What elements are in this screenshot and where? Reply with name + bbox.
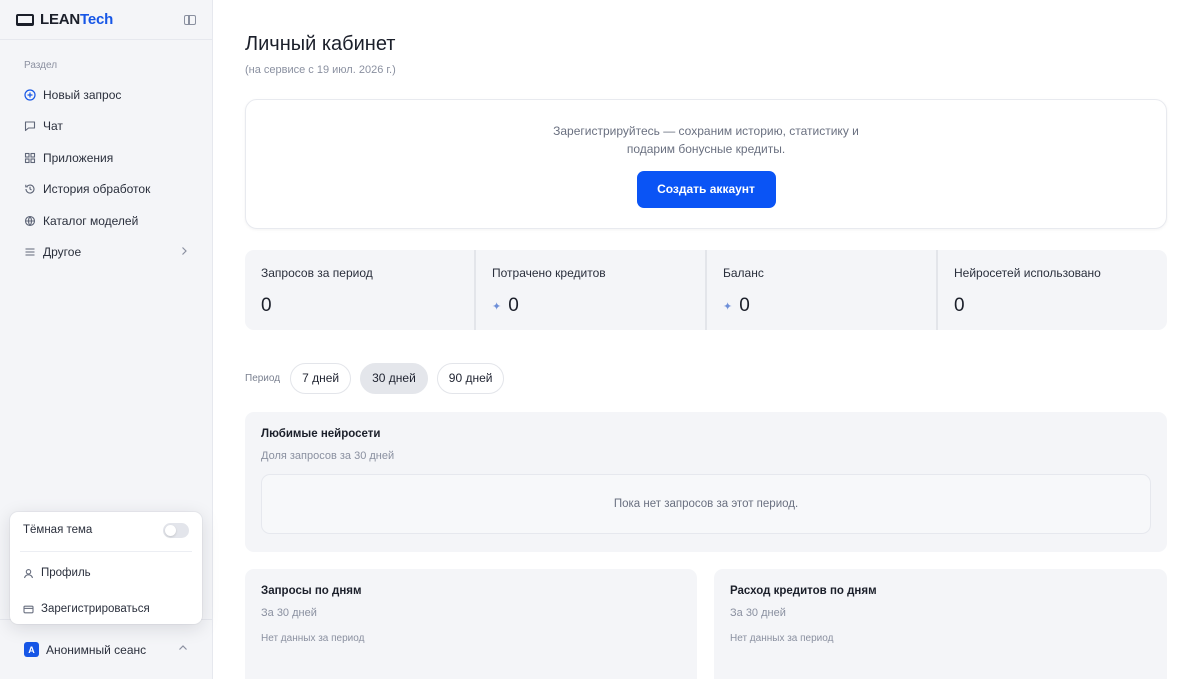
sidebar-item-label: Приложения [43, 150, 114, 165]
main-content: Личный кабинет (на сервисе с 19 июл. 202… [245, 0, 1167, 679]
grid-icon [24, 152, 36, 164]
sidebar-item-model-catalog[interactable]: Каталог моделей [0, 205, 212, 237]
account-label: Анонимный сеанс [46, 642, 147, 657]
menu-icon [24, 246, 36, 258]
period-chip-7[interactable]: 7 дней [290, 363, 352, 394]
sidebar-item-label: История обработок [43, 182, 151, 197]
avatar: A [24, 642, 39, 657]
chevron-up-icon [178, 644, 188, 655]
globe-icon [24, 215, 36, 227]
period-label: Период [245, 373, 281, 384]
menu-item-label: Зарегистрироваться [41, 603, 150, 615]
credits-by-day-panel: Расход кредитов по дням За 30 дней Нет д… [714, 569, 1167, 679]
dark-theme-row: Тёмная тема [10, 512, 202, 548]
id-card-icon [23, 604, 34, 615]
stat-value: 0 [954, 295, 965, 316]
empty-state: Пока нет запросов за этот период. [261, 474, 1151, 534]
dark-theme-label: Тёмная тема [23, 524, 93, 536]
stat-value: 0 [261, 295, 272, 316]
stat-requests: Запросов за период 0 [245, 250, 476, 330]
stat-balance: Баланс ✦ 0 [707, 250, 938, 330]
stat-label: Запросов за период [261, 266, 373, 280]
menu-item-register[interactable]: Зарегистрироваться [10, 591, 202, 627]
stat-models-used: Нейросетей использовано 0 [938, 250, 1167, 330]
sidebar-item-history[interactable]: История обработок [0, 174, 212, 206]
requests-by-day-panel: Запросы по дням За 30 дней Нет данных за… [245, 569, 697, 679]
chevron-right-icon [180, 245, 188, 259]
page-subtitle: (на сервисе с 19 июл. 2026 г.) [245, 64, 396, 76]
chat-icon [24, 120, 36, 132]
brand-header: LEANTech [0, 0, 212, 40]
period-selector: Период 7 дней 30 дней 90 дней [245, 363, 513, 394]
period-chip-90[interactable]: 90 дней [436, 363, 505, 394]
account-switcher[interactable]: A Анонимный сеанс [0, 619, 212, 679]
register-text-line: Зарегистрируйтесь — сохраним историю, ст… [553, 124, 859, 138]
sidebar-item-new-request[interactable]: Новый запрос [0, 79, 212, 111]
stat-value: ✦ 0 [492, 295, 519, 316]
panel-title: Запросы по дням [261, 585, 362, 597]
register-card: Зарегистрируйтесь — сохраним историю, ст… [245, 99, 1167, 229]
favorites-panel: Любимые нейросети Доля запросов за 30 дн… [245, 412, 1167, 552]
sidebar-item-label: Другое [43, 245, 82, 260]
sidebar-item-other[interactable]: Другое [0, 237, 212, 269]
stat-label: Баланс [723, 266, 764, 280]
menu-divider [20, 551, 192, 552]
register-text-line: подарим бонусные кредиты. [626, 142, 786, 156]
period-chip-30[interactable]: 30 дней [360, 363, 428, 394]
panel-subtitle: За 30 дней [730, 607, 786, 619]
history-icon [24, 183, 36, 195]
panel-subtitle: Доля запросов за 30 дней [261, 450, 395, 462]
stat-label: Потрачено кредитов [492, 266, 606, 280]
plus-circle-icon [24, 89, 36, 101]
sidebar-item-label: Новый запрос [43, 87, 122, 102]
sidebar-toggle-icon[interactable] [184, 14, 196, 25]
sidebar-item-apps[interactable]: Приложения [0, 142, 212, 174]
sidebar-item-chat[interactable]: Чат [0, 111, 212, 143]
menu-item-label: Профиль [41, 567, 91, 579]
menu-item-profile[interactable]: Профиль [10, 555, 202, 591]
stat-credits-spent: Потрачено кредитов ✦ 0 [476, 250, 707, 330]
stats-row: Запросов за период 0 Потрачено кредитов … [245, 250, 1167, 330]
user-icon [23, 568, 34, 579]
account-menu-popup: Тёмная тема Профиль Зарегистрироваться [10, 512, 202, 624]
stat-label: Нейросетей использовано [954, 266, 1101, 280]
sidebar-nav: Новый запрос Чат Приложения История обра… [0, 79, 212, 268]
panel-subtitle: За 30 дней [261, 607, 317, 619]
sparkle-icon: ✦ [723, 300, 733, 313]
sidebar-item-label: Каталог моделей [43, 213, 139, 228]
sidebar-item-label: Чат [43, 119, 63, 134]
stat-value: ✦ 0 [723, 295, 750, 316]
create-account-button[interactable]: Создать аккаунт [636, 171, 776, 208]
section-label: Раздел [24, 60, 58, 71]
logo-icon [16, 13, 34, 26]
empty-state: Нет данных за период [261, 633, 365, 644]
brand-logo-text[interactable]: LEANTech [40, 11, 113, 28]
empty-state: Нет данных за период [730, 633, 834, 644]
page-title: Личный кабинет [245, 33, 396, 55]
panel-title: Любимые нейросети [261, 428, 381, 440]
panel-title: Расход кредитов по дням [730, 585, 877, 597]
sparkle-icon: ✦ [492, 300, 502, 313]
dark-theme-toggle[interactable] [163, 522, 189, 538]
register-text: Зарегистрируйтесь — сохраним историю, ст… [246, 122, 1166, 158]
